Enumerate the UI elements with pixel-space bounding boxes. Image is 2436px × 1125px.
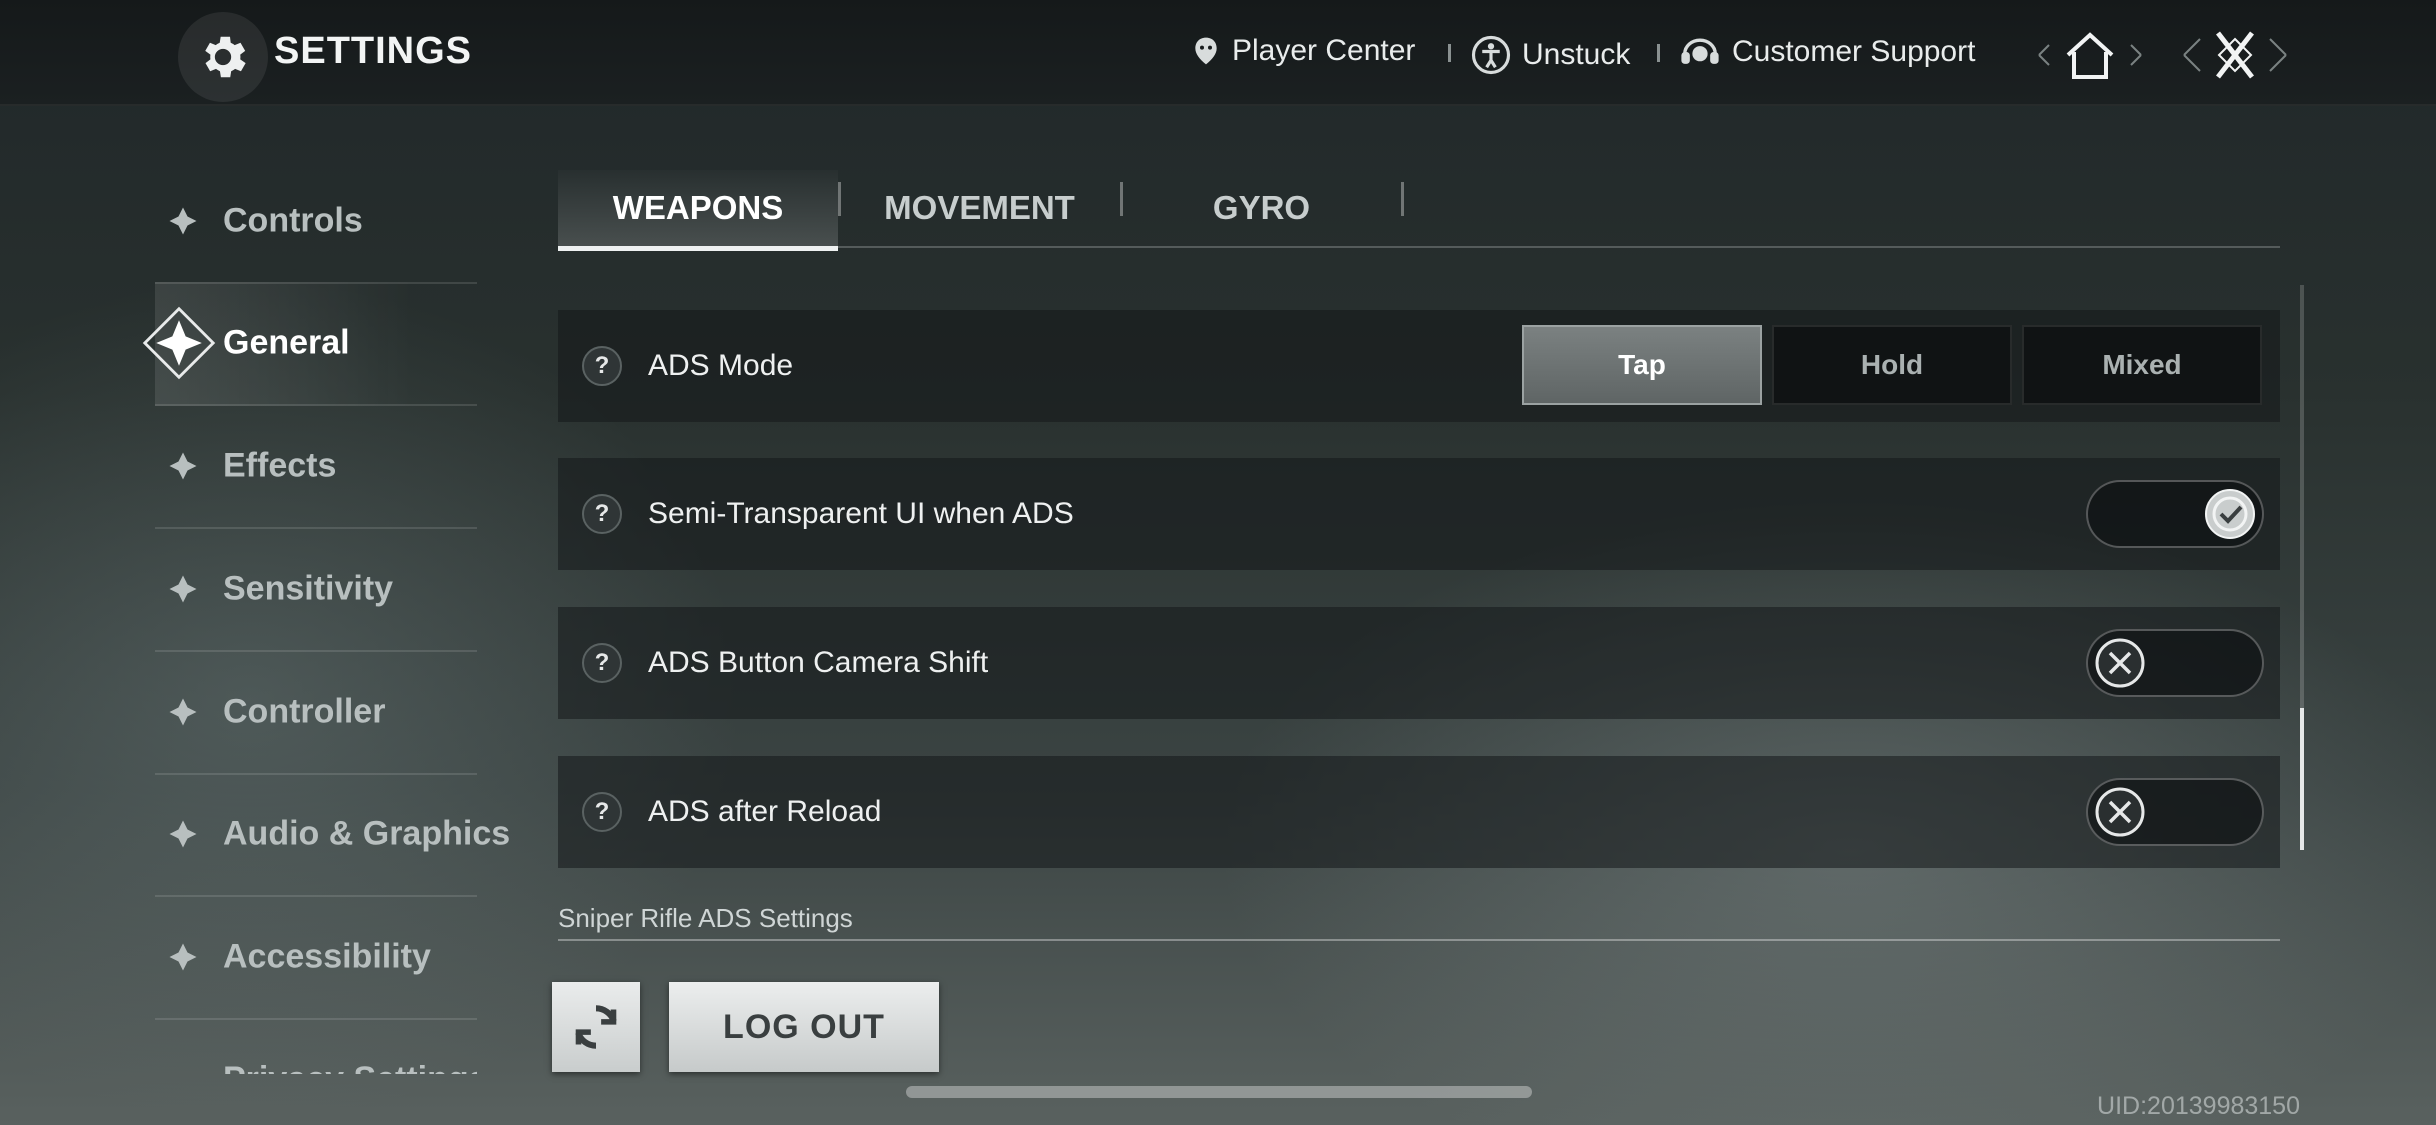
top-bar: SETTINGS Player Center Unstuck Customer … <box>0 0 2436 106</box>
setting-row-semi-transparent-ui: ? Semi-Transparent UI when ADS <box>558 458 2280 570</box>
player-center-icon <box>1195 37 1217 65</box>
help-icon[interactable]: ? <box>582 643 622 683</box>
scrollbar-thumb[interactable] <box>2300 708 2304 850</box>
diamond-icon <box>141 305 217 381</box>
home-indicator[interactable] <box>906 1086 1532 1098</box>
diamond-icon <box>163 201 203 241</box>
headset-icon <box>1681 38 1719 64</box>
divider <box>1120 182 1123 216</box>
setting-label: ADS Mode <box>648 349 794 382</box>
sidebar-item-audio-graphics[interactable]: Audio & Graphics <box>155 773 510 897</box>
cross-icon <box>2095 787 2145 837</box>
ads-mode-tap-option[interactable]: Tap <box>1522 325 1762 405</box>
reset-button[interactable] <box>552 982 640 1072</box>
home-button[interactable] <box>2035 24 2145 86</box>
customer-support-link[interactable]: Customer Support <box>1678 34 1975 70</box>
semi-transparent-ui-toggle[interactable] <box>2086 480 2264 548</box>
divider <box>1448 44 1451 62</box>
ads-mode-hold-option[interactable]: Hold <box>1772 325 2012 405</box>
tab-weapons[interactable]: WEAPONS <box>558 170 838 251</box>
player-center-link[interactable]: Player Center <box>1190 34 1415 68</box>
setting-label: ADS Button Camera Shift <box>648 646 989 679</box>
uid-label: UID:20139983150 <box>2097 1092 2300 1120</box>
section-header-sniper-rifle: Sniper Rifle ADS Settings <box>558 903 853 933</box>
sidebar-item-label: Privacy Settings <box>223 1060 477 1074</box>
home-icon <box>2038 32 2142 79</box>
unstuck-icon <box>1471 35 1511 75</box>
ads-camera-shift-toggle[interactable] <box>2086 629 2264 697</box>
tab-movement[interactable]: MOVEMENT <box>842 170 1117 246</box>
sidebar-item-effects[interactable]: Effects <box>155 405 477 529</box>
logout-button[interactable]: LOG OUT <box>669 982 939 1072</box>
divider <box>1657 44 1660 62</box>
sidebar-item-label: Sensitivity <box>223 569 394 608</box>
sidebar-item-label: Audio & Graphics <box>223 814 511 853</box>
sidebar-item-label: Effects <box>223 446 337 485</box>
close-icon <box>2183 31 2287 79</box>
cross-icon <box>2095 638 2145 688</box>
setting-row-ads-mode: ? ADS Mode Tap Hold Mixed <box>558 310 2280 422</box>
help-icon[interactable]: ? <box>582 792 622 832</box>
player-center-label: Player Center <box>1232 34 1416 67</box>
page-title: SETTINGS <box>274 30 473 72</box>
divider <box>838 182 841 216</box>
diamond-icon <box>163 569 203 609</box>
sidebar-item-privacy-settings[interactable]: Privacy Settings <box>155 1060 477 1074</box>
sidebar-item-label: Accessibility <box>223 937 431 976</box>
customer-support-label: Customer Support <box>1732 35 1976 68</box>
setting-label: Semi-Transparent UI when ADS <box>648 497 1074 530</box>
help-icon[interactable]: ? <box>582 346 622 386</box>
sidebar-item-label: Controls <box>223 201 363 240</box>
unstuck-label: Unstuck <box>1522 38 1631 71</box>
divider <box>558 939 2280 941</box>
tab-bar: WEAPONS MOVEMENT GYRO <box>558 170 2280 251</box>
reset-icon <box>575 1005 617 1049</box>
sidebar-item-sensitivity[interactable]: Sensitivity <box>155 528 477 652</box>
sidebar-item-general[interactable]: General <box>142 282 477 406</box>
diamond-icon <box>163 814 203 854</box>
close-button[interactable] <box>2180 24 2290 86</box>
settings-gear-icon <box>178 12 268 102</box>
unstuck-link[interactable]: Unstuck <box>1470 34 1630 76</box>
check-icon <box>2205 489 2255 539</box>
diamond-icon <box>163 446 203 486</box>
diamond-icon <box>163 692 203 732</box>
sidebar-item-label: Controller <box>223 692 386 731</box>
setting-label: ADS after Reload <box>648 795 882 828</box>
tab-gyro[interactable]: GYRO <box>1124 170 1399 246</box>
sidebar-item-controls[interactable]: Controls <box>155 160 477 284</box>
setting-row-ads-after-reload: ? ADS after Reload <box>558 756 2280 868</box>
ads-mode-mixed-option[interactable]: Mixed <box>2022 325 2262 405</box>
sidebar-item-controller[interactable]: Controller <box>155 651 477 775</box>
ads-after-reload-toggle[interactable] <box>2086 778 2264 846</box>
divider <box>1401 182 1404 216</box>
setting-row-ads-camera-shift: ? ADS Button Camera Shift <box>558 607 2280 719</box>
sidebar-item-label: General <box>223 323 350 362</box>
help-icon[interactable]: ? <box>582 494 622 534</box>
sidebar-item-accessibility[interactable]: Accessibility <box>155 896 477 1020</box>
diamond-icon <box>163 937 203 977</box>
